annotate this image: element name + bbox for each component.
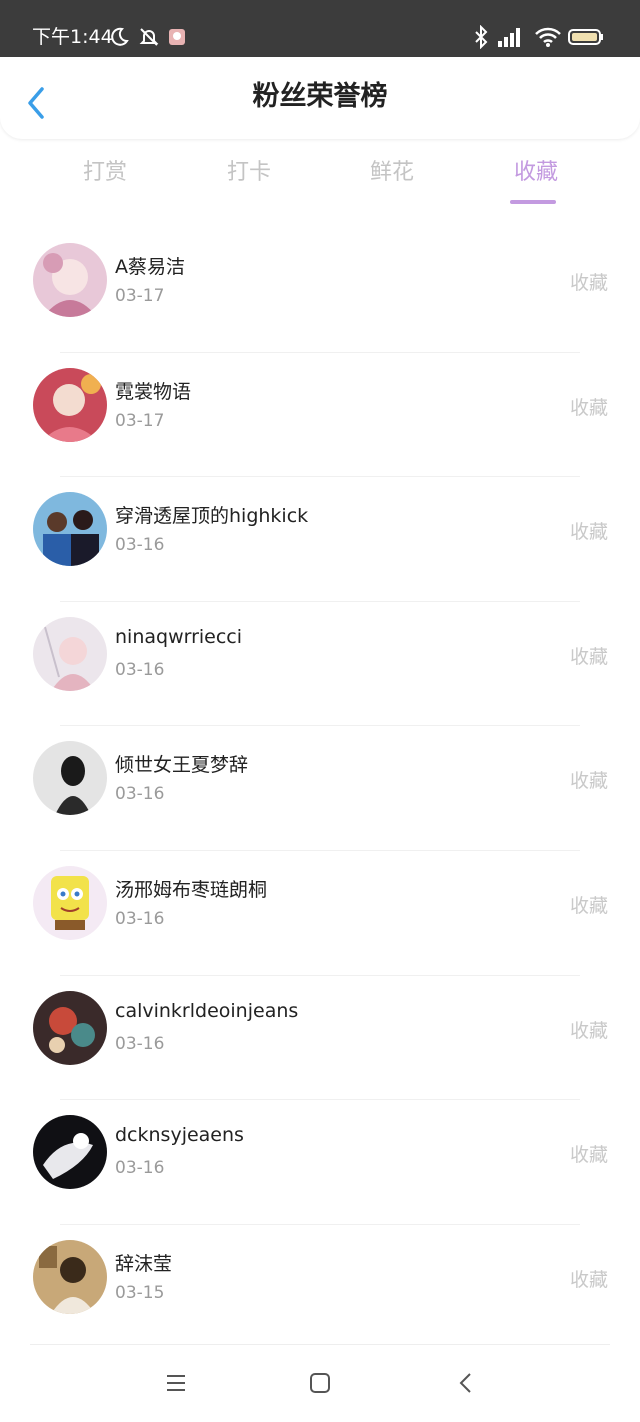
battery-icon bbox=[568, 24, 604, 50]
favorite-date: 03-16 bbox=[115, 1033, 165, 1054]
tab-favorites[interactable]: 收藏 bbox=[476, 150, 596, 204]
chevron-left-icon bbox=[459, 1373, 471, 1393]
favorite-date: 03-16 bbox=[115, 908, 165, 929]
action-label: 收藏 bbox=[569, 1268, 608, 1291]
list-item[interactable]: ninaqwrriecci 03-16 收藏 bbox=[0, 602, 640, 727]
list-item[interactable]: A蔡易洁 03-17 收藏 bbox=[0, 228, 640, 353]
tab-flowers[interactable]: 鲜花 bbox=[332, 150, 452, 196]
favorite-date: 03-16 bbox=[115, 1158, 165, 1179]
user-name: calvinkrldeoinjeans bbox=[115, 999, 299, 1022]
action-label: 收藏 bbox=[569, 894, 608, 917]
tab-active-indicator bbox=[510, 200, 556, 204]
action-label: 收藏 bbox=[569, 521, 608, 544]
menu-button[interactable] bbox=[164, 1371, 188, 1395]
action-label: 收藏 bbox=[569, 1019, 608, 1042]
avatar[interactable] bbox=[33, 367, 107, 442]
action-label: 收藏 bbox=[569, 770, 608, 793]
avatar[interactable] bbox=[33, 492, 107, 567]
user-name: 汤邢姆布枣琏朗桐 bbox=[115, 878, 268, 901]
favorite-date: 03-16 bbox=[115, 784, 165, 805]
favorite-date: 03-17 bbox=[115, 286, 165, 306]
system-nav-bar bbox=[0, 1345, 640, 1422]
status-time: 下午1:44 bbox=[32, 26, 113, 48]
wifi-icon bbox=[534, 24, 562, 50]
list-item[interactable]: 穿滑透屋顶的highkick 03-16 收藏 bbox=[0, 477, 640, 602]
user-name: 穿滑透屋顶的highkick bbox=[115, 505, 309, 528]
action-label: 收藏 bbox=[569, 272, 608, 294]
avatar[interactable] bbox=[33, 990, 107, 1065]
user-name: 辞沫莹 bbox=[115, 1252, 173, 1275]
bell-off-icon bbox=[138, 24, 160, 50]
favorite-date: 03-16 bbox=[115, 535, 165, 556]
avatar[interactable] bbox=[33, 865, 107, 940]
square-icon bbox=[310, 1373, 330, 1393]
home-button[interactable] bbox=[308, 1371, 332, 1395]
action-label: 收藏 bbox=[569, 1144, 608, 1167]
menu-icon bbox=[167, 1375, 185, 1391]
avatar[interactable] bbox=[33, 616, 107, 691]
tab-bar: 打赏 打卡 鲜花 收藏 bbox=[0, 150, 640, 210]
tab-favorites-label: 收藏 bbox=[513, 160, 558, 185]
list-item[interactable]: 倾世女王夏梦辞 03-16 收藏 bbox=[0, 726, 640, 851]
tab-reward[interactable]: 打赏 bbox=[45, 150, 165, 196]
fan-list: A蔡易洁 03-17 收藏 霓裳物语 03-17 收藏 穿滑透屋顶的highki… bbox=[0, 228, 640, 1349]
list-item[interactable]: 辞沫莹 03-15 收藏 bbox=[0, 1225, 640, 1350]
moon-icon bbox=[108, 24, 130, 50]
user-name: ninaqwrriecci bbox=[115, 625, 243, 648]
user-name: A蔡易洁 bbox=[115, 256, 185, 278]
favorite-date: 03-16 bbox=[115, 659, 165, 680]
user-name: 霓裳物语 bbox=[115, 380, 192, 403]
user-name: dcknsyjeaens bbox=[115, 1124, 244, 1147]
back-nav-button[interactable] bbox=[454, 1371, 478, 1395]
header: 粉丝荣誉榜 bbox=[0, 57, 640, 139]
action-label: 收藏 bbox=[569, 396, 608, 419]
list-item[interactable]: calvinkrldeoinjeans 03-16 收藏 bbox=[0, 976, 640, 1101]
list-item[interactable]: 霓裳物语 03-17 收藏 bbox=[0, 353, 640, 478]
favorite-date: 03-17 bbox=[115, 410, 165, 431]
list-item[interactable]: 汤邢姆布枣琏朗桐 03-16 收藏 bbox=[0, 851, 640, 976]
action-label: 收藏 bbox=[569, 645, 608, 668]
avatar[interactable] bbox=[33, 1239, 107, 1314]
avatar[interactable] bbox=[33, 741, 107, 816]
favorite-date: 03-15 bbox=[115, 1282, 165, 1303]
avatar[interactable] bbox=[33, 243, 107, 317]
signal-icon bbox=[496, 24, 524, 50]
avatar[interactable] bbox=[33, 1115, 107, 1190]
bluetooth-icon bbox=[472, 24, 490, 50]
list-item[interactable]: dcknsyjeaens 03-16 收藏 bbox=[0, 1100, 640, 1225]
user-name: 倾世女王夏梦辞 bbox=[115, 754, 249, 777]
app-notification-icon bbox=[168, 24, 186, 50]
tab-checkin[interactable]: 打卡 bbox=[189, 150, 309, 196]
page-title: 粉丝荣誉榜 bbox=[252, 81, 388, 112]
